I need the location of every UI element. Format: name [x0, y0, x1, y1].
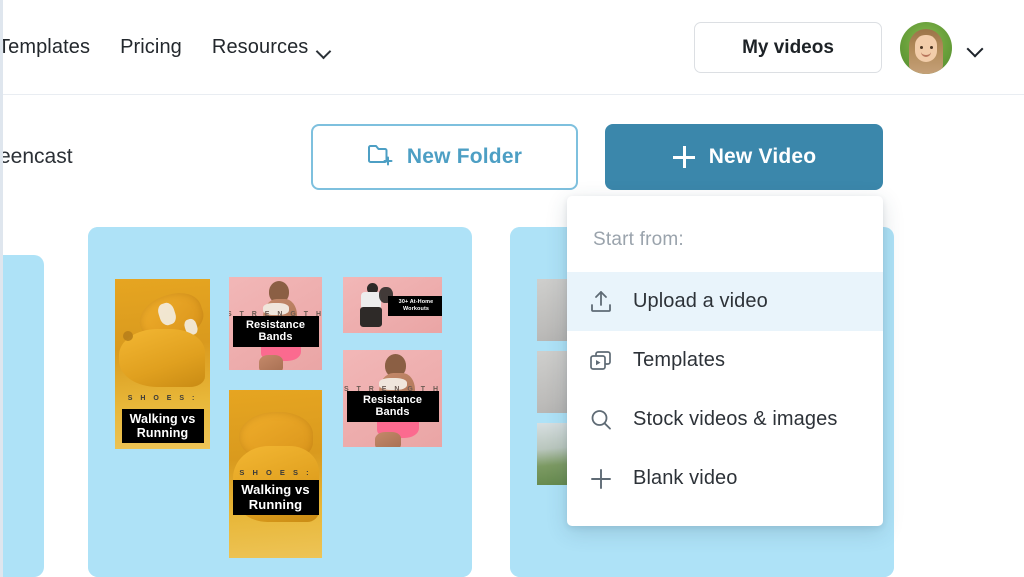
chevron-down-icon[interactable]: [968, 43, 982, 53]
plus-icon: [587, 465, 615, 493]
page-left-edge: [0, 0, 3, 577]
dropdown-item-label: Templates: [633, 349, 726, 371]
nav-link-label: Pricing: [120, 36, 182, 58]
avatar-face: [915, 35, 937, 62]
thumbnail-caption: Resistance Bands: [232, 316, 319, 347]
avatar-eye-left: [920, 46, 923, 49]
thumbnail-caption: Resistance Bands: [346, 391, 439, 422]
templates-icon: [587, 347, 615, 375]
dropdown-item-label: Stock videos & images: [633, 408, 838, 430]
upload-icon: [587, 288, 615, 316]
nav-links: Templates Pricing Resources: [0, 32, 361, 63]
top-navigation-bar: Templates Pricing Resources My videos: [0, 0, 1024, 95]
dropdown-list: Upload a video Templates Stock videos & …: [567, 272, 883, 508]
new-folder-label: New Folder: [406, 145, 523, 168]
thumbnail-caption: Walking vs Running: [121, 409, 204, 443]
chevron-down-icon: [318, 46, 331, 54]
my-videos-label: My videos: [742, 36, 834, 58]
app-root: S H O E S : Walking vs Running S T R E N…: [0, 0, 1024, 577]
folder-plus-icon: [367, 142, 394, 172]
dropdown-item-stock-videos-images[interactable]: Stock videos & images: [567, 390, 883, 449]
new-video-label: New Video: [708, 145, 817, 168]
folder-card-fitness[interactable]: S H O E S : Walking vs Running S T R E N…: [88, 227, 472, 577]
my-videos-button[interactable]: My videos: [694, 22, 882, 73]
new-folder-button[interactable]: New Folder: [311, 124, 578, 190]
thumbnail-brand: S H O E S :: [239, 468, 312, 477]
nav-link-label: Templates: [0, 36, 91, 58]
nav-link-resources[interactable]: Resources: [212, 32, 362, 63]
dropdown-item-label: Upload a video: [633, 290, 768, 312]
thumbnail-at-home-workouts[interactable]: 30+ At-Home Workouts: [343, 277, 442, 333]
nav-link-pricing[interactable]: Pricing: [120, 32, 212, 63]
nav-link-label: Resources: [211, 36, 309, 58]
thumbnail-resistance-bands-2[interactable]: S T R E N G T H Resistance Bands: [343, 350, 442, 447]
dropdown-item-label: Blank video: [633, 467, 738, 489]
thumbnail-brand: S H O E S :: [127, 395, 198, 402]
dropdown-item-upload-a-video[interactable]: Upload a video: [567, 272, 883, 331]
thumbnail-shoes-large[interactable]: S H O E S : Walking vs Running: [229, 390, 322, 558]
new-video-button[interactable]: New Video: [605, 124, 883, 190]
thumbnail-resistance-bands-1[interactable]: S T R E N G T H Resistance Bands: [229, 277, 322, 370]
thumbnail-caption: 30+ At-Home Workouts: [388, 296, 442, 317]
avatar-eye-right: [930, 46, 933, 49]
thumbnail-caption: Walking vs Running: [232, 480, 319, 516]
thumbnail-shoes-tall[interactable]: S H O E S : Walking vs Running: [115, 279, 210, 449]
dropdown-item-templates[interactable]: Templates: [567, 331, 883, 390]
avatar[interactable]: [900, 22, 952, 74]
new-video-dropdown: Start from: Upload a video Templates Sto…: [567, 196, 883, 526]
search-icon: [587, 406, 615, 434]
account-menu[interactable]: [900, 22, 982, 74]
dropdown-item-blank-video[interactable]: Blank video: [567, 449, 883, 508]
nav-link-templates[interactable]: Templates: [0, 32, 120, 63]
breadcrumb[interactable]: reencast: [0, 145, 73, 169]
folder-card-left[interactable]: [0, 255, 44, 577]
dropdown-title: Start from:: [593, 229, 684, 250]
plus-icon: [672, 145, 696, 169]
